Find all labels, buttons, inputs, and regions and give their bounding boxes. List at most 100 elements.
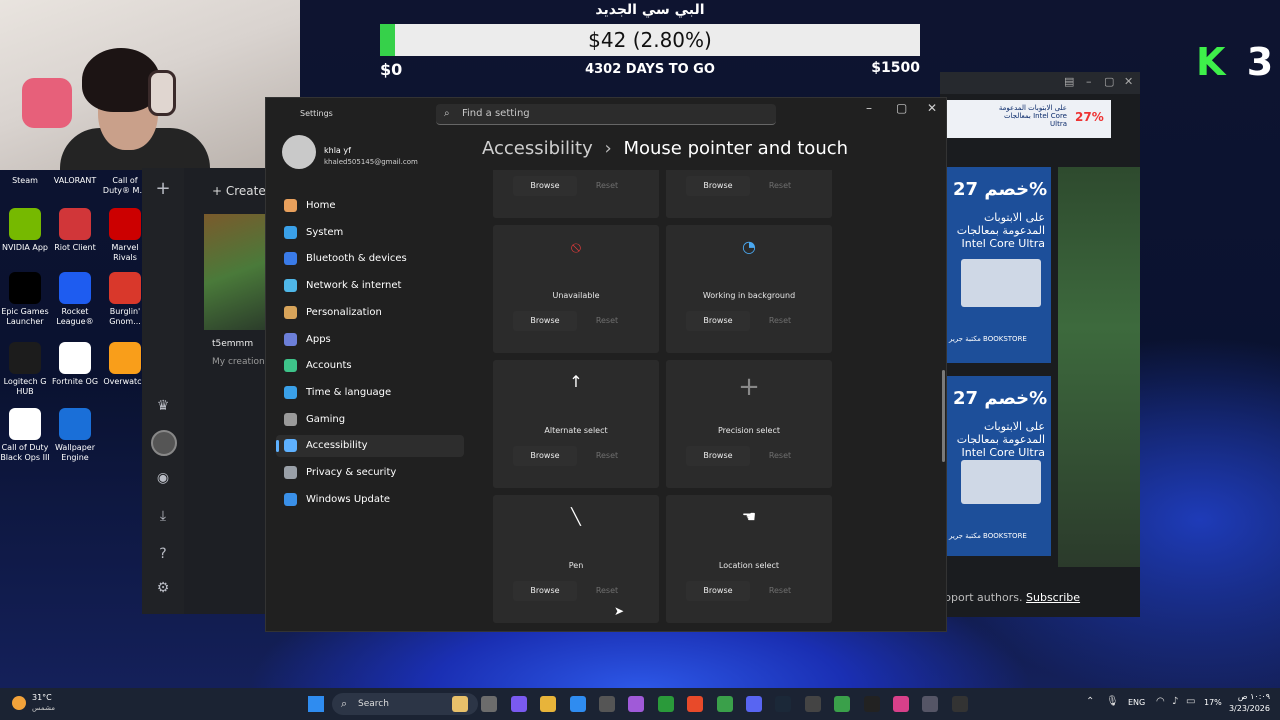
taskbar-app-icon[interactable] (834, 696, 851, 712)
taskbar-app-icon[interactable] (863, 696, 880, 712)
reset-button[interactable]: Reset (754, 176, 806, 196)
taskbar-app-icon[interactable] (599, 696, 615, 712)
crown-icon[interactable]: ♛ (154, 398, 172, 416)
browse-button[interactable]: Browse (513, 176, 577, 196)
reset-button[interactable]: Reset (754, 311, 806, 331)
browse-button[interactable]: Browse (686, 446, 750, 466)
browse-button[interactable]: Browse (686, 311, 750, 331)
taskbar-app-icon[interactable] (657, 696, 674, 712)
nav-item[interactable]: Privacy & security (276, 462, 464, 484)
volume-icon[interactable]: ♪ (1172, 696, 1178, 707)
nav-item[interactable]: Personalization (276, 302, 464, 324)
clock-date[interactable]: 3/23/2026 (1216, 704, 1270, 713)
nav-item-icon (284, 439, 297, 453)
plus-icon: + (212, 184, 226, 198)
browse-button[interactable]: Browse (686, 176, 750, 196)
nav-item[interactable]: Network & internet (276, 275, 464, 297)
desktop-icon[interactable]: Riot Client (50, 208, 100, 253)
gear-icon[interactable]: ⚙ (154, 580, 172, 598)
app-icon (109, 342, 141, 374)
taskbar-app-icon[interactable] (628, 696, 645, 712)
taskbar-app-icon[interactable] (951, 696, 968, 712)
user-avatar[interactable] (282, 135, 316, 169)
reset-button[interactable]: Reset (581, 581, 633, 601)
nav-item[interactable]: Accessibility (276, 435, 464, 458)
taskbar-app-icon[interactable] (804, 696, 821, 712)
minimize-icon[interactable]: – (1086, 75, 1092, 88)
desktop-icon[interactable]: Steam (0, 176, 50, 186)
desktop-icon[interactable]: Epic Games Launcher (0, 272, 50, 327)
nav-item[interactable]: Bluetooth & devices (276, 248, 464, 270)
reset-button[interactable]: Reset (581, 311, 633, 331)
desktop-icon[interactable]: Call of Duty Black Ops III (0, 408, 50, 463)
add-icon[interactable]: + (154, 178, 172, 199)
nav-item[interactable]: Accounts (276, 355, 464, 377)
nav-item[interactable]: Time & language (276, 382, 464, 404)
nav-item[interactable]: Home (276, 195, 464, 217)
desktop-icon[interactable]: Rocket League® (50, 272, 100, 327)
taskbar-app-icon[interactable] (716, 696, 733, 712)
discord-icon[interactable]: ◉ (154, 470, 172, 488)
download-icon[interactable]: ⤓ (154, 508, 172, 526)
reset-button[interactable]: Reset (754, 581, 806, 601)
nav-item[interactable]: System (276, 222, 464, 244)
desktop-icon[interactable]: NVIDIA App (0, 208, 50, 253)
taskbar-app-icon[interactable] (569, 696, 586, 712)
subscribe-link[interactable]: Subscribe (1026, 591, 1080, 604)
taskbar-app-icon[interactable] (687, 696, 704, 712)
browse-button[interactable]: Browse (686, 581, 750, 601)
desktop-icon[interactable]: Fortnite OG (50, 342, 100, 387)
create-button[interactable]: + Create (212, 184, 266, 198)
desktop-icon[interactable]: Wallpaper Engine (50, 408, 100, 463)
browse-button[interactable]: Browse (513, 446, 577, 466)
battery-icon[interactable]: ▭ (1186, 696, 1195, 707)
browse-button[interactable]: Browse (513, 311, 577, 331)
browse-button[interactable]: Browse (513, 581, 577, 601)
taskbar-app-icon[interactable] (775, 696, 792, 712)
creation-title: t5emmm (212, 339, 254, 349)
ad-banner-top[interactable]: على الابتوبات المدعومة بمعالجات Intel Co… (947, 100, 1111, 138)
taskbar-app-icon[interactable] (540, 696, 557, 712)
ad-block-1[interactable]: خصم 27% على الابتوبات المدعومة بمعالجات … (947, 167, 1051, 363)
window-title: Settings (300, 109, 333, 118)
app-icon (59, 272, 91, 304)
clock-time[interactable]: ١٠:٠٩ ص (1226, 692, 1270, 701)
desktop-icon[interactable]: Logitech G HUB (0, 342, 50, 397)
nav-item[interactable]: Gaming (276, 409, 464, 431)
start-button[interactable] (308, 696, 324, 712)
close-icon[interactable]: ✕ (1124, 75, 1133, 88)
taskbar-app-icon[interactable] (922, 696, 939, 712)
maximize-icon[interactable]: ▢ (896, 101, 907, 115)
desktop-icon[interactable]: VALORANT (50, 176, 100, 186)
nav-item[interactable]: Windows Update (276, 489, 464, 511)
taskbar-app-icon[interactable] (510, 696, 527, 712)
nav-item-icon (284, 492, 297, 506)
microphone-icon[interactable]: 🎙 (1106, 696, 1119, 707)
search-input[interactable]: ⌕ Find a setting (436, 104, 776, 125)
avatar[interactable] (151, 430, 177, 456)
wifi-icon[interactable]: ◠ (1156, 696, 1165, 707)
laptop-image (961, 460, 1041, 504)
breadcrumb-parent[interactable]: Accessibility (482, 138, 593, 159)
ad-block-2[interactable]: خصم 27% على الابتوبات المدعومة بمعالجات … (947, 376, 1051, 556)
reset-button[interactable]: Reset (581, 446, 633, 466)
taskbar-app-icon[interactable] (481, 696, 498, 712)
nav-item[interactable]: Apps (276, 329, 464, 351)
reset-button[interactable]: Reset (581, 176, 633, 196)
taskbar-app-icon[interactable] (893, 696, 909, 712)
weather-temp[interactable]: 31°C (32, 693, 52, 702)
scrollbar-thumb[interactable] (942, 370, 945, 462)
chevron-up-icon[interactable]: ⌃ (1086, 696, 1094, 707)
taskbar-app-icon[interactable] (452, 696, 468, 712)
taskbar-app-icon[interactable] (746, 696, 762, 712)
close-icon[interactable]: ✕ (927, 101, 937, 115)
creation-thumbnail[interactable] (204, 214, 272, 330)
tab-list-icon[interactable]: ▤ (1064, 75, 1074, 88)
maximize-icon[interactable]: ▢ (1104, 75, 1114, 88)
help-icon[interactable]: ? (154, 546, 172, 564)
reset-button[interactable]: Reset (754, 446, 806, 466)
app-icon (9, 342, 41, 374)
desktop-icon-label: Call of Duty Black Ops III (0, 443, 50, 462)
language-indicator[interactable]: ENG (1128, 698, 1145, 707)
minimize-icon[interactable]: – (866, 101, 872, 115)
